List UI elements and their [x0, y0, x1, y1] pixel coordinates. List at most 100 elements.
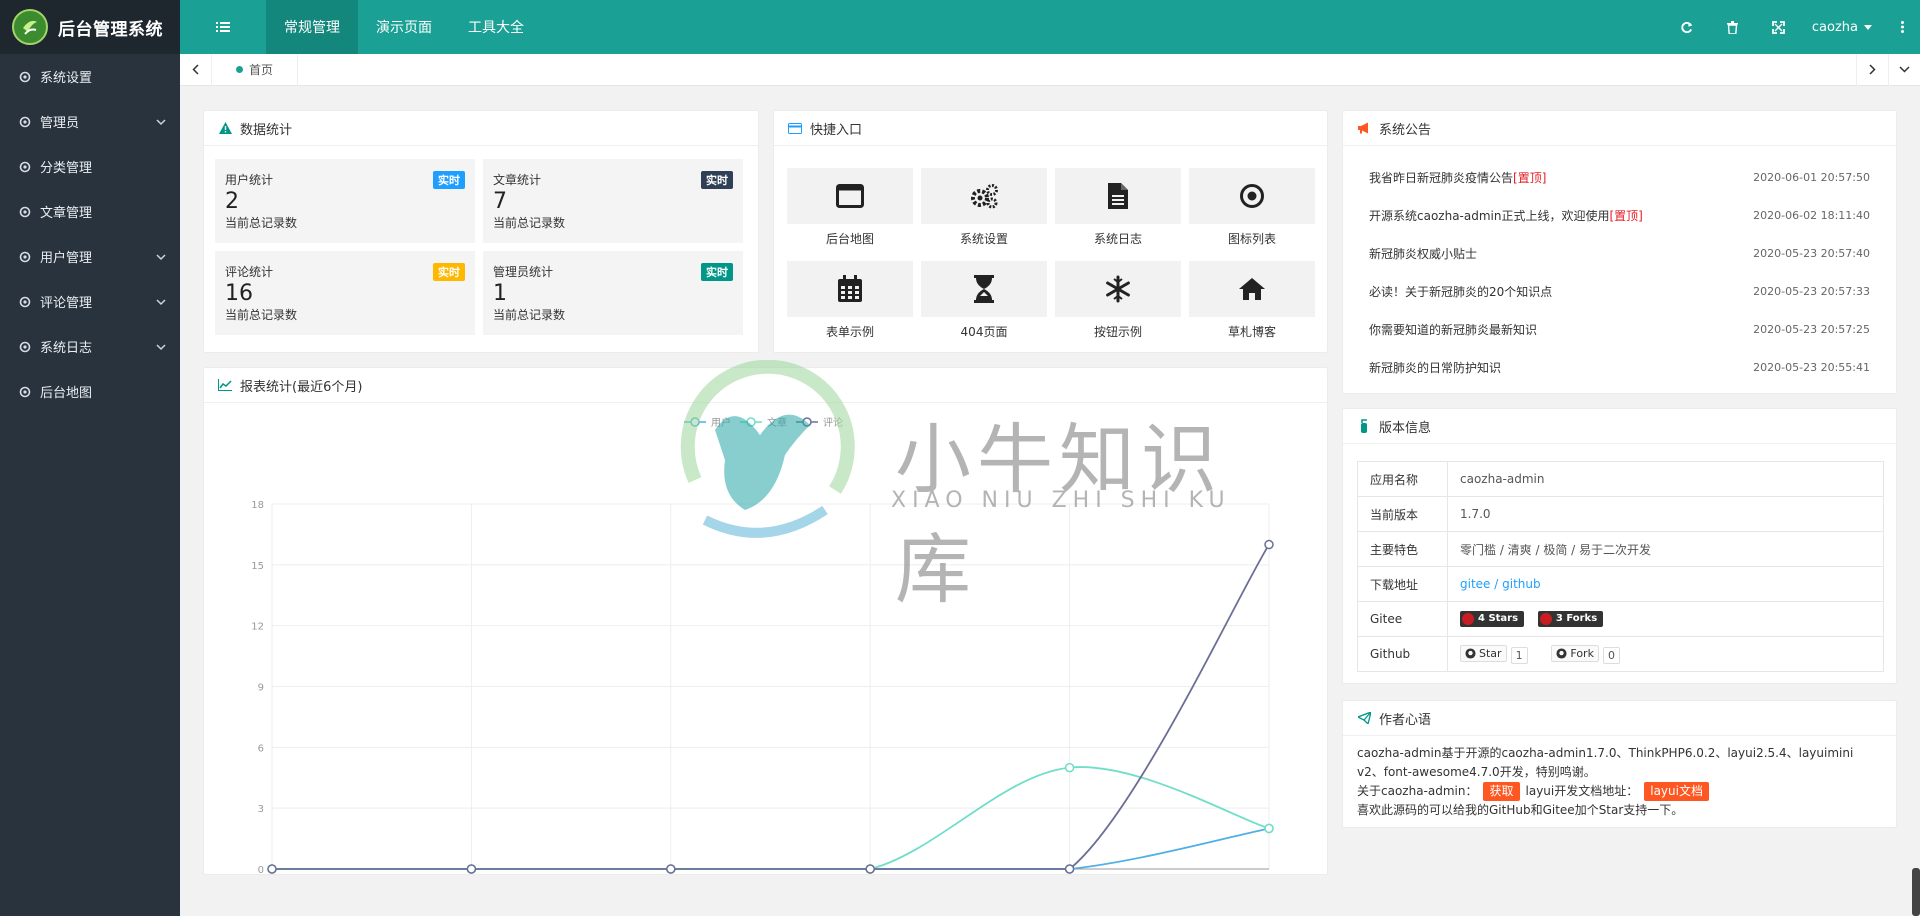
gitee-link[interactable]: gitee: [1460, 577, 1490, 591]
quick-entry-item[interactable]: 表单示例: [787, 261, 913, 340]
notice-item[interactable]: 新冠肺炎的日常防护知识 2020-05-23 20:55:41: [1369, 357, 1870, 377]
sidebar-item-label: 分类管理: [40, 161, 93, 176]
sidebar-item-6[interactable]: 系统日志: [0, 324, 180, 369]
data-point[interactable]: [1264, 823, 1274, 834]
user-menu[interactable]: caozha: [1802, 20, 1884, 35]
more-button[interactable]: [1884, 0, 1920, 54]
news-icon: [18, 205, 32, 219]
quick-entry-label: 表单示例: [825, 325, 874, 339]
tab-tools[interactable]: 工具大全: [450, 0, 542, 54]
app-name-link[interactable]: caozha-admin: [1447, 461, 1884, 497]
data-point[interactable]: [1264, 539, 1274, 550]
version-value: 1.7.0: [1447, 496, 1884, 532]
data-point[interactable]: [865, 864, 875, 874]
file-icon: [18, 340, 32, 354]
notice-item-title: 新冠肺炎权威小贴士: [1369, 246, 1478, 261]
quick-entry-item[interactable]: 后台地图: [787, 168, 913, 247]
refresh-icon: [1681, 21, 1693, 33]
notice-item-time: 2020-06-02 18:11:40: [1753, 208, 1870, 222]
page-scrollbar[interactable]: [1912, 868, 1920, 916]
author-line-2-mid: layui开发文档地址：: [1525, 784, 1639, 798]
notice-item-time: 2020-05-23 20:55:41: [1753, 360, 1870, 374]
quick-entry-item[interactable]: 按钮示例: [1055, 261, 1181, 340]
gitee-stars-badge[interactable]: 4 Stars: [1460, 610, 1525, 627]
layui-docs-button[interactable]: layui文档: [1644, 782, 1709, 801]
github-link[interactable]: github: [1502, 577, 1540, 591]
data-point[interactable]: [666, 864, 676, 874]
notice-item-title-wrap: 开源系统caozha-admin正式上线，欢迎使用[置顶]: [1369, 207, 1643, 224]
line-chart: 03691215182020-012020-022020-032020-0420…: [251, 416, 1274, 874]
quick-entry-item[interactable]: 草札博客: [1189, 261, 1315, 340]
github-icon: [1465, 647, 1476, 659]
data-point[interactable]: [466, 864, 477, 874]
version-card-header: 版本信息: [1343, 409, 1896, 444]
chevron-down-icon: [1899, 66, 1910, 73]
series-line-0: [272, 827, 1270, 870]
legend-label: 评论: [823, 416, 843, 429]
user-icon: [18, 250, 32, 264]
notice-item[interactable]: 我省昨日新冠肺炎疫情公告[置顶] 2020-06-01 20:57:50: [1369, 167, 1870, 187]
table-key: 当前版本: [1357, 496, 1448, 532]
notice-item[interactable]: 开源系统caozha-admin正式上线，欢迎使用[置顶] 2020-06-02 …: [1369, 205, 1870, 225]
menu-toggle-button[interactable]: [180, 0, 266, 54]
data-point[interactable]: [1064, 762, 1075, 773]
stat-subtitle: 当前总记录数: [225, 308, 298, 322]
quick-entry-item[interactable]: 系统设置: [921, 168, 1047, 247]
notice-item[interactable]: 你需要知道的新冠肺炎最新知识 2020-05-23 20:57:25: [1369, 319, 1870, 339]
notice-item-time: 2020-05-23 20:57:40: [1753, 246, 1870, 260]
chevron-down-icon: [156, 298, 166, 305]
download-links: gitee / github: [1447, 566, 1884, 602]
sidebar-item-3[interactable]: 文章管理: [0, 189, 180, 234]
gitee-forks-badge[interactable]: 3 Forks: [1537, 610, 1604, 627]
tabs-menu-button[interactable]: [1888, 53, 1920, 86]
notice-item-time: 2020-05-23 20:57:33: [1753, 284, 1870, 298]
stat-title: 用户统计: [225, 173, 274, 187]
gitee-icon: [1539, 612, 1552, 625]
tabs-scroll-left-button[interactable]: [180, 53, 212, 86]
get-source-button[interactable]: 获取: [1483, 782, 1520, 801]
sidebar-item-7[interactable]: 后台地图: [0, 369, 180, 414]
legend-label: 用户: [711, 416, 731, 429]
github-star-label: Star: [1479, 646, 1502, 660]
github-star-button[interactable]: Star: [1460, 644, 1507, 662]
fullscreen-button[interactable]: [1756, 0, 1802, 54]
clear-cache-button[interactable]: [1710, 0, 1756, 54]
stat-card: 用户统计 2 当前总记录数 实时: [215, 159, 475, 243]
refresh-button[interactable]: [1664, 0, 1710, 54]
tab-demo[interactable]: 演示页面: [358, 0, 450, 54]
sidebar-item-5[interactable]: 评论管理: [0, 279, 180, 324]
quick-entry-item[interactable]: 系统日志: [1055, 168, 1181, 247]
notice-item[interactable]: 必读！关于新冠肺炎的20个知识点 2020-05-23 20:57:33: [1369, 281, 1870, 301]
quick-entry-item[interactable]: 404页面: [921, 261, 1047, 340]
sidebar-item-label: 后台地图: [40, 386, 93, 401]
tab-general[interactable]: 常规管理: [266, 0, 358, 54]
chart-card-header: 报表统计(最近6个月): [204, 368, 1327, 403]
data-point[interactable]: [267, 864, 277, 874]
chevron-down-icon: [156, 118, 166, 125]
chevron-right-icon: [1869, 64, 1876, 75]
author-title: 作者心语: [1379, 712, 1432, 728]
active-dot-icon: [236, 66, 243, 73]
link-separator: /: [1494, 577, 1499, 591]
stats-title: 数据统计: [240, 122, 293, 138]
quick-entry-item[interactable]: 图标列表: [1189, 168, 1315, 247]
notice-item[interactable]: 新冠肺炎权威小贴士 2020-05-23 20:57:40: [1369, 243, 1870, 263]
legend-marker: [690, 417, 700, 427]
data-point[interactable]: [1064, 864, 1075, 874]
gitee-badges: 4 Stars 3 Forks: [1447, 601, 1884, 637]
sidebar-item-0[interactable]: 系统设置: [0, 54, 180, 99]
stat-value: 1: [493, 281, 507, 306]
github-fork-button[interactable]: Fork: [1551, 644, 1599, 662]
sidebar-item-1[interactable]: 管理员: [0, 99, 180, 144]
tab-home[interactable]: 首页: [212, 53, 299, 86]
logo[interactable]: 后台管理系统: [0, 0, 180, 54]
quick-entry-title: 快捷入口: [810, 122, 863, 138]
realtime-badge: 实时: [701, 171, 733, 189]
y-tick-label: 12: [251, 622, 264, 633]
realtime-badge: 实时: [433, 263, 465, 281]
sidebar-item-2[interactable]: 分类管理: [0, 144, 180, 189]
sidebar-item-4[interactable]: 用户管理: [0, 234, 180, 279]
tabs-scroll-right-button[interactable]: [1856, 53, 1888, 86]
list-icon: [216, 22, 230, 32]
app-title: 后台管理系统: [58, 19, 163, 40]
